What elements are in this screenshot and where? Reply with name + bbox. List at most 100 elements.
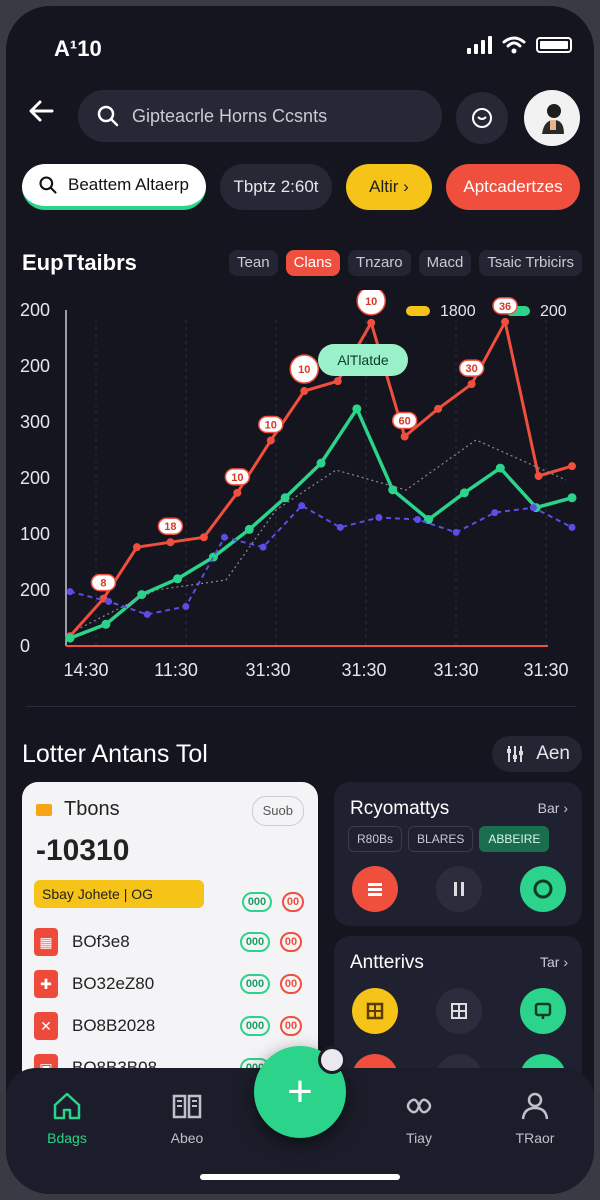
panel-tag[interactable]: BLARES [408,826,474,852]
nav-item-book[interactable]: Abeo [142,1088,232,1146]
series-line-2 [69,504,573,616]
x-tick-label: 31:30 [433,660,478,680]
data-point [567,493,577,503]
tab-range-5[interactable]: Tsaic Trbicirs [479,250,582,276]
status-time: A¹10 [54,36,102,61]
y-tick-label: 200 [20,580,50,600]
tab-range-4[interactable]: Macd [418,250,472,276]
card-big-value: -10310 [36,834,130,867]
data-point [233,488,242,497]
data-label: 18 [164,521,176,533]
data-point [501,317,510,326]
user-avatar-icon [542,104,564,134]
data-point [491,509,499,517]
legend-label: 200 [540,303,567,320]
search-icon [39,176,57,194]
nav-label: Bdags [47,1130,87,1146]
data-point [333,377,342,386]
x-tick-label: 31:30 [523,660,568,680]
status-badge-red: 00 [280,932,302,952]
data-point [173,574,183,584]
section-filter-button[interactable]: Aen [492,736,582,772]
nav-item-home[interactable]: Bdags [22,1088,112,1146]
data-point [105,598,113,606]
item-label: BO32eZ80 [72,974,155,993]
wifi-icon [502,36,526,54]
item-label: BOf3e8 [72,932,130,951]
data-point [166,538,175,547]
data-label: 36 [499,301,511,313]
series-line-1 [69,407,573,640]
tab-range-1[interactable]: Tean [229,250,278,276]
panel-link[interactable]: Tar › [540,954,568,970]
card-button[interactable]: Suob [251,796,304,826]
x-tick-label: 31:30 [245,660,290,680]
pause-icon [454,882,464,896]
message-icon-button[interactable] [520,988,566,1034]
nav-label: TRaor [515,1130,555,1146]
annotation-label: AlTlatde [337,352,389,368]
chart-tabs: Tean Clans Tnzaro Macd Tsaic Trbicirs [229,250,582,276]
search-input[interactable]: Gipteacrle Horns Ccsnts [78,90,442,142]
line-chart: 0 200 100 200 300 200 200 14:30 11:30 31:30 31:30 3… [6,286,594,690]
panel-tag[interactable]: ABBEIRE [479,826,550,852]
status-bar: A¹10 [6,6,594,86]
nav-item-profile[interactable]: TRaor [490,1088,580,1146]
section-title: Lotter Antans Tol [22,740,208,768]
list-item[interactable]: ▦ BOf3e8 000 00 [34,924,306,960]
data-point [101,619,111,629]
chip-label: Altir › [369,177,409,196]
phone-screen: A¹10 Gipteacrle Horns Ccsnts Beattem Alt… [6,6,594,1194]
data-point [137,590,147,600]
data-point [143,610,151,618]
plus-icon: + [287,1067,313,1116]
ring-icon [533,879,553,899]
home-indicator [200,1174,400,1180]
card-icon-button[interactable] [352,866,398,912]
status-badge-green: 000 [240,932,270,952]
nav-item-activity[interactable]: Tiay [374,1088,464,1146]
book-icon [172,1094,202,1119]
item-icon: ▦ [34,928,58,956]
data-point [434,404,443,413]
table-icon-button[interactable] [436,988,482,1034]
panel-link[interactable]: Bar › [538,800,568,816]
data-point [65,633,75,643]
chip-search[interactable]: Beattem Altaerp [22,164,206,210]
pause-icon-button[interactable] [436,866,482,912]
chart-title: EupTtaibrs [22,250,137,275]
list-item[interactable]: ✕ BO8B2028 000 00 [34,1008,306,1044]
chip-time[interactable]: Tbptz 2:60t [220,164,332,210]
top-bar: Gipteacrle Horns Ccsnts [6,86,594,146]
y-tick-label: 200 [20,356,50,376]
list-item[interactable]: ✚ BO32eZ80 000 00 [34,966,306,1002]
data-point [259,543,267,551]
record-icon-button[interactable] [520,866,566,912]
data-point [132,543,141,552]
status-icons [467,36,572,54]
data-label: 10 [365,296,377,308]
y-tick-label: 200 [20,468,50,488]
data-point [336,523,344,531]
legend-label: 1800 [440,303,476,320]
trend-line [75,439,567,631]
chip-alert[interactable]: Altir › [346,164,432,210]
y-tick-label: 300 [20,412,50,432]
panel-tag[interactable]: R80Bs [348,826,403,852]
y-tick-label: 100 [20,524,50,544]
sliders-icon [507,746,524,762]
x-tick-label: 11:30 [154,660,198,680]
chat-bubble-icon [472,108,492,128]
avatar[interactable] [524,90,580,146]
data-point [375,514,383,522]
tab-range-3[interactable]: Tnzaro [347,250,411,276]
chip-apply[interactable]: Aptcadertzes [446,164,580,210]
nav-label: Abeo [170,1130,204,1146]
back-arrow-icon[interactable] [26,96,66,136]
data-point [367,318,376,327]
tab-range-2[interactable]: Clans [285,250,340,276]
grid-icon-button[interactable] [352,988,398,1034]
data-label: 30 [465,363,477,375]
search-placeholder: Gipteacrle Horns Ccsnts [132,105,328,126]
options-button[interactable] [456,92,508,144]
